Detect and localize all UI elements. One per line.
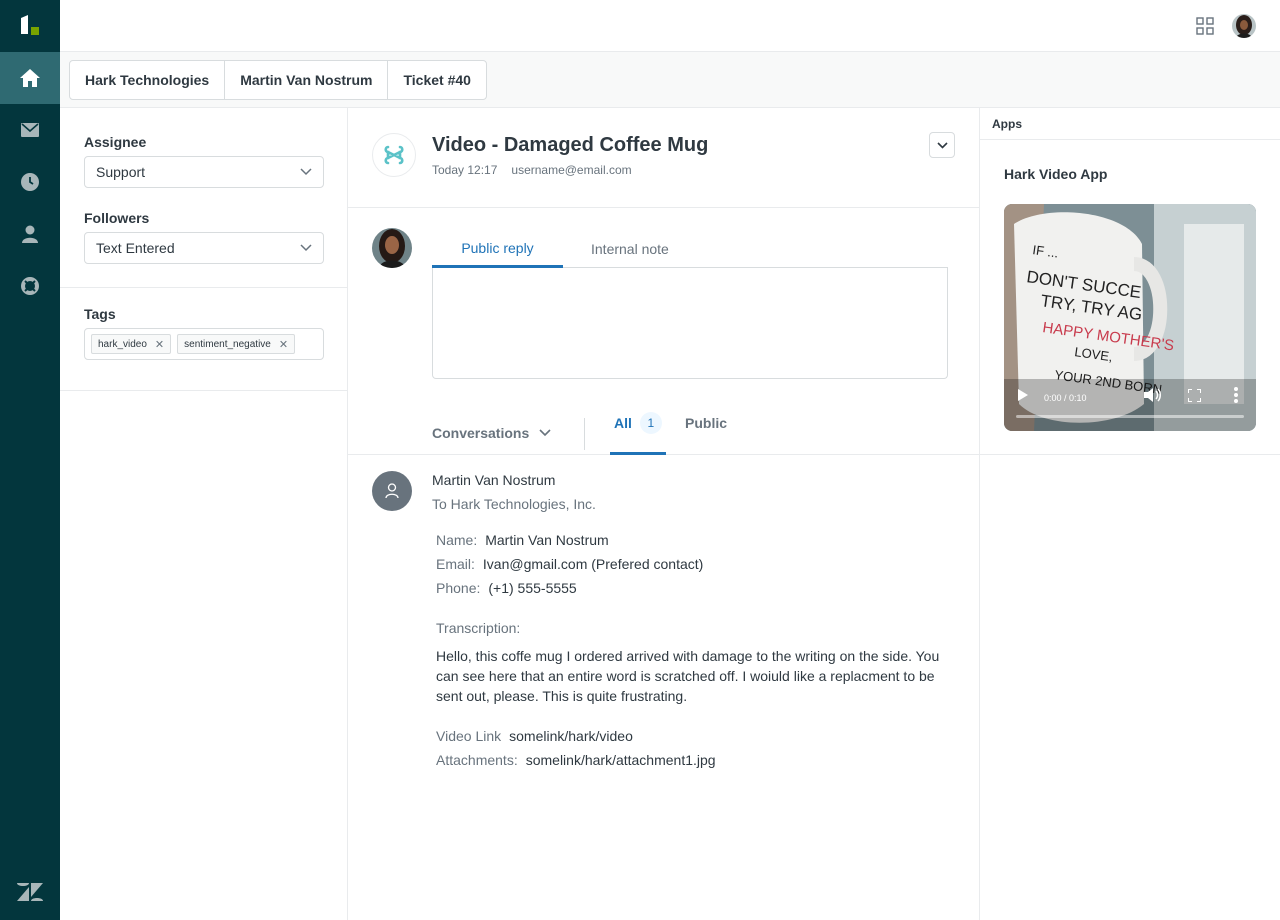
divider xyxy=(584,418,585,450)
assignee-value: Support xyxy=(96,164,146,180)
email-key: Email: xyxy=(436,556,475,572)
ticket-conversation-pane: Video - Damaged Coffee Mug Today 12:17 u… xyxy=(348,108,979,920)
ticket-options-button[interactable] xyxy=(929,132,955,158)
breadcrumb-ticket[interactable]: Ticket #40 xyxy=(388,61,485,99)
video-link-value[interactable]: somelink/hark/video xyxy=(509,728,633,744)
play-icon[interactable] xyxy=(1018,389,1028,401)
user-icon[interactable] xyxy=(0,208,60,260)
transcription-text: Hello, this coffe mug I ordered arrived … xyxy=(436,648,940,704)
tag-chip: hark_video ✕ xyxy=(91,334,172,354)
filter-public-tab[interactable]: Public xyxy=(685,415,727,431)
attachments-key: Attachments: xyxy=(436,752,518,768)
breadcrumb: Hark Technologies Martin Van Nostrum Tic… xyxy=(69,60,487,100)
email-value: Ivan@gmail.com (Prefered contact) xyxy=(482,556,704,572)
message-author[interactable]: Martin Van Nostrum xyxy=(432,472,555,488)
chevron-down-icon xyxy=(300,168,312,176)
divider xyxy=(348,207,979,208)
video-time: 0:00 / 0:10 xyxy=(1044,393,1087,403)
video-controls: 0:00 / 0:10 xyxy=(1004,375,1256,431)
tag-label: sentiment_negative xyxy=(184,338,271,350)
volume-icon[interactable] xyxy=(1144,387,1162,403)
attachments-row: Attachments: somelink/hark/attachment1.jp… xyxy=(436,752,716,768)
video-link-row: Video Link somelink/hark/video xyxy=(436,728,633,744)
apps-panel: Apps Hark Video App IF ... DON'T SUCCE T… xyxy=(979,108,1280,920)
inbox-icon[interactable] xyxy=(0,104,60,156)
current-user-avatar[interactable] xyxy=(1232,14,1256,38)
attachments-value[interactable]: somelink/hark/attachment1.jpg xyxy=(526,752,716,768)
top-bar xyxy=(60,0,1280,52)
phone-value: (+1) 555-5555 xyxy=(488,580,577,596)
reply-editor[interactable] xyxy=(432,268,948,379)
tab-public-reply[interactable]: Public reply xyxy=(432,230,563,268)
reply-tabs: Public reply Internal note xyxy=(432,230,948,268)
tags-input[interactable]: hark_video ✕ sentiment_negative ✕ xyxy=(84,328,324,360)
ticket-meta: Today 12:17 username@email.com xyxy=(432,163,632,177)
apps-header: Apps xyxy=(980,108,1280,140)
zendesk-logo-icon[interactable] xyxy=(0,872,60,912)
followers-value: Text Entered xyxy=(96,240,175,256)
hark-app-icon xyxy=(372,133,416,177)
video-player[interactable]: IF ... DON'T SUCCE TRY, TRY AG HAPPY MOT… xyxy=(1004,204,1256,431)
chevron-down-icon xyxy=(300,244,312,252)
video-link-key: Video Link xyxy=(436,728,502,744)
agent-avatar xyxy=(372,228,412,268)
filter-all-label: All xyxy=(614,415,632,431)
contact-phone-row: Phone: (+1) 555-5555 xyxy=(436,580,577,596)
user-icon xyxy=(385,483,399,499)
apps-grid-icon[interactable] xyxy=(1196,17,1214,35)
support-lifebuoy-icon[interactable] xyxy=(0,260,60,312)
assignee-select[interactable]: Support xyxy=(84,156,324,188)
ticket-properties-panel: Assignee Support Followers Text Entered … xyxy=(60,108,348,920)
tags-field: Tags hark_video ✕ sentiment_negative ✕ xyxy=(84,306,324,360)
divider xyxy=(60,390,348,391)
left-navigation xyxy=(0,0,60,920)
chevron-down-icon xyxy=(936,141,948,149)
ticket-tab-bar: Hark Technologies Martin Van Nostrum Tic… xyxy=(60,52,1280,108)
ticket-email: username@email.com xyxy=(511,163,632,177)
fullscreen-icon[interactable] xyxy=(1188,389,1201,402)
contact-name-row: Name: Martin Van Nostrum xyxy=(436,532,609,548)
divider xyxy=(60,287,348,288)
conversations-dropdown[interactable]: Conversations xyxy=(432,425,551,441)
followers-select[interactable]: Text Entered xyxy=(84,232,324,264)
close-icon[interactable]: ✕ xyxy=(279,338,288,351)
message-recipient: To Hark Technologies, Inc. xyxy=(432,496,596,512)
transcription-label: Transcription: xyxy=(436,620,521,636)
assignee-field: Assignee Support xyxy=(84,134,324,188)
tag-chip: sentiment_negative ✕ xyxy=(177,334,296,354)
app-title: Hark Video App xyxy=(1004,166,1108,182)
breadcrumb-organization[interactable]: Hark Technologies xyxy=(70,61,226,99)
tab-internal-note[interactable]: Internal note xyxy=(563,230,697,268)
phone-key: Phone: xyxy=(436,580,481,596)
home-icon[interactable] xyxy=(0,52,60,104)
zendesk-support-logo-icon[interactable] xyxy=(0,0,60,52)
filter-all-tab[interactable]: All 1 xyxy=(610,410,666,455)
conversations-label: Conversations xyxy=(432,425,530,441)
followers-label: Followers xyxy=(84,210,150,226)
name-key: Name: xyxy=(436,532,478,548)
name-value: Martin Van Nostrum xyxy=(485,532,609,548)
chevron-down-icon xyxy=(539,429,551,437)
contact-email-row: Email: Ivan@gmail.com (Prefered contact) xyxy=(436,556,703,572)
tags-label: Tags xyxy=(84,306,116,322)
more-options-icon[interactable] xyxy=(1234,387,1238,403)
close-icon[interactable]: ✕ xyxy=(155,338,164,351)
video-progress-bar[interactable] xyxy=(1016,415,1244,418)
breadcrumb-requester[interactable]: Martin Van Nostrum xyxy=(225,61,389,99)
conversation-filter-bar: Conversations All 1 Public xyxy=(348,398,979,455)
count-badge: 1 xyxy=(639,412,662,434)
ticket-title: Video - Damaged Coffee Mug xyxy=(432,134,709,156)
divider xyxy=(980,454,1280,455)
followers-field: Followers Text Entered xyxy=(84,210,324,264)
tag-label: hark_video xyxy=(98,338,147,350)
ticket-time: Today 12:17 xyxy=(432,163,498,177)
history-icon[interactable] xyxy=(0,156,60,208)
assignee-label: Assignee xyxy=(84,134,147,150)
customer-avatar xyxy=(372,471,412,511)
